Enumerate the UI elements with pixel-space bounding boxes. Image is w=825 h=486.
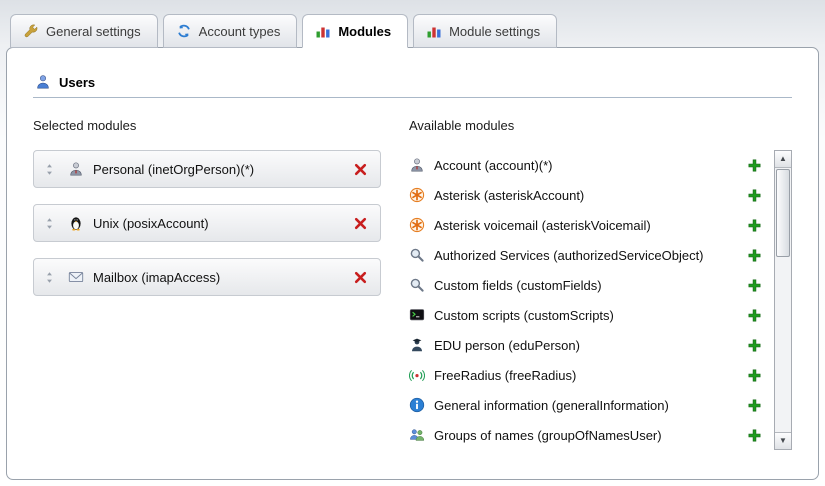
refresh-icon [176,23,192,39]
remove-module-button[interactable] [353,216,368,231]
plus-icon [747,278,762,293]
chart-icon [426,23,442,39]
person-icon [409,157,425,173]
selected-module-label: Mailbox (imapAccess) [93,270,220,285]
plus-icon [747,248,762,263]
magnifier-icon [409,277,425,293]
available-module-account: Account (account)(*) [409,150,762,180]
available-module-label: General information (generalInformation) [434,398,738,413]
available-module-label: Account (account)(*) [434,158,738,173]
delete-x-icon [353,162,368,177]
lam-configuration-page: General settings Account types Modules M… [0,0,825,486]
plus-icon [747,308,762,323]
available-module-edu-person: EDU person (eduPerson) [409,330,762,360]
mail-icon [68,269,84,285]
add-module-button[interactable] [747,428,762,443]
selected-module-label: Unix (posixAccount) [93,216,209,231]
tab-label: Module settings [449,24,540,39]
modules-columns: Selected modules Personal (inetOrgPerson… [33,118,792,450]
selected-modules-column: Selected modules Personal (inetOrgPerson… [33,118,381,450]
available-module-label: Groups of names (groupOfNamesUser) [434,428,738,443]
user-icon [35,74,51,90]
available-module-label: Custom scripts (customScripts) [434,308,738,323]
selected-module-unix[interactable]: Unix (posixAccount) [33,204,381,242]
modules-panel: Users Selected modules Personal (inetOrg… [6,47,819,480]
scroll-down-button[interactable]: ▼ [775,432,791,449]
plus-icon [747,338,762,353]
tab-modules[interactable]: Modules [302,14,408,48]
add-module-button[interactable] [747,218,762,233]
available-module-asterisk-voicemail: Asterisk voicemail (asteriskVoicemail) [409,210,762,240]
tab-bar: General settings Account types Modules M… [6,11,819,47]
tab-account-types[interactable]: Account types [163,14,298,48]
add-module-button[interactable] [747,188,762,203]
scroll-up-button[interactable]: ▲ [775,151,791,168]
available-modules-list: Account (account)(*) Asterisk (asteriskA… [409,150,762,450]
available-module-custom-scripts: Custom scripts (customScripts) [409,300,762,330]
vertical-scrollbar[interactable]: ▲ ▼ [774,150,792,450]
tab-module-settings[interactable]: Module settings [413,14,557,48]
penguin-icon [68,215,84,231]
selected-module-mailbox[interactable]: Mailbox (imapAccess) [33,258,381,296]
asterisk-icon [409,187,425,203]
add-module-button[interactable] [747,278,762,293]
add-module-button[interactable] [747,338,762,353]
graduate-person-icon [409,337,425,353]
drag-handle-icon[interactable] [43,271,56,284]
available-module-authorized-services: Authorized Services (authorizedServiceOb… [409,240,762,270]
plus-icon [747,428,762,443]
available-module-custom-fields: Custom fields (customFields) [409,270,762,300]
plus-icon [747,218,762,233]
chart-icon [315,23,331,39]
scrollbar-track[interactable] [775,168,791,432]
tab-label: Account types [199,24,281,39]
add-module-button[interactable] [747,368,762,383]
section-title: Users [59,75,95,90]
available-module-general-information: General information (generalInformation) [409,390,762,420]
available-module-freeradius: FreeRadius (freeRadius) [409,360,762,390]
magnifier-icon [409,247,425,263]
tab-label: Modules [338,24,391,39]
add-module-button[interactable] [747,398,762,413]
add-module-button[interactable] [747,158,762,173]
available-module-label: FreeRadius (freeRadius) [434,368,738,383]
tab-general-settings[interactable]: General settings [10,14,158,48]
info-icon [409,397,425,413]
delete-x-icon [353,216,368,231]
terminal-icon [409,307,425,323]
available-modules-heading: Available modules [409,118,792,133]
plus-icon [747,188,762,203]
scrollbar-thumb[interactable] [776,169,790,257]
wrench-icon [23,23,39,39]
available-module-label: Asterisk voicemail (asteriskVoicemail) [434,218,738,233]
available-module-label: Custom fields (customFields) [434,278,738,293]
remove-module-button[interactable] [353,162,368,177]
users-section-heading: Users [33,48,792,98]
radio-icon [409,367,425,383]
tab-label: General settings [46,24,141,39]
delete-x-icon [353,270,368,285]
drag-handle-icon[interactable] [43,217,56,230]
add-module-button[interactable] [747,308,762,323]
available-module-label: EDU person (eduPerson) [434,338,738,353]
available-module-label: Authorized Services (authorizedServiceOb… [434,248,738,263]
available-module-label: Asterisk (asteriskAccount) [434,188,738,203]
plus-icon [747,368,762,383]
selected-module-personal[interactable]: Personal (inetOrgPerson)(*) [33,150,381,188]
available-modules-area: Account (account)(*) Asterisk (asteriskA… [409,150,792,450]
available-module-asterisk: Asterisk (asteriskAccount) [409,180,762,210]
add-module-button[interactable] [747,248,762,263]
available-module-groups-of-names: Groups of names (groupOfNamesUser) [409,420,762,450]
asterisk-icon [409,217,425,233]
selected-module-label: Personal (inetOrgPerson)(*) [93,162,254,177]
selected-modules-heading: Selected modules [33,118,381,133]
person-icon [68,161,84,177]
group-icon [409,427,425,443]
plus-icon [747,398,762,413]
plus-icon [747,158,762,173]
available-modules-column: Available modules Account (account)(*) [409,118,792,450]
drag-handle-icon[interactable] [43,163,56,176]
remove-module-button[interactable] [353,270,368,285]
